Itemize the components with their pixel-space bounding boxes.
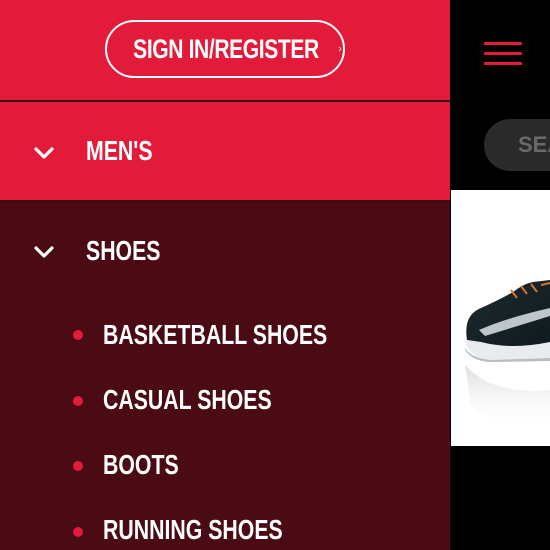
menu-item-boots[interactable]: BOOTS (0, 436, 450, 496)
bullet-dot (73, 527, 83, 537)
navigation-drawer: SIGN IN/REGISTER MEN'S SHOES BASKETBALL … (0, 0, 450, 550)
product-image[interactable] (451, 190, 550, 446)
drawer-header: SIGN IN/REGISTER (0, 0, 450, 100)
sign-in-register-label: SIGN IN/REGISTER (133, 33, 319, 64)
menu-item-label: BASKETBALL SHOES (103, 319, 328, 350)
menu-item-running-shoes[interactable]: RUNNING SHOES (0, 501, 450, 550)
bullet-dot (73, 330, 83, 340)
app-screen: SEARCH (0, 0, 550, 550)
menu-section-mens[interactable]: MEN'S (0, 102, 450, 200)
menu-section-mens-label: MEN'S (86, 135, 153, 166)
sneaker-image (465, 280, 550, 431)
hamburger-menu-icon[interactable] (484, 42, 522, 66)
sign-in-register-button[interactable]: SIGN IN/REGISTER (105, 20, 345, 78)
chevron-right-icon (338, 46, 342, 52)
menu-item-label: CASUAL SHOES (103, 384, 272, 415)
menu-item-basketball-shoes[interactable]: BASKETBALL SHOES (0, 304, 450, 364)
chevron-down-icon (34, 246, 54, 258)
menu-section-shoes-label: SHOES (86, 235, 161, 266)
chevron-down-icon (34, 147, 54, 159)
menu-item-casual-shoes[interactable]: CASUAL SHOES (0, 370, 450, 430)
bullet-dot (73, 461, 83, 471)
menu-section-shoes[interactable]: SHOES (0, 202, 450, 298)
menu-item-label: RUNNING SHOES (103, 514, 283, 545)
bullet-dot (73, 396, 83, 406)
search-input[interactable]: SEARCH (484, 119, 550, 171)
menu-item-label: BOOTS (103, 449, 179, 480)
